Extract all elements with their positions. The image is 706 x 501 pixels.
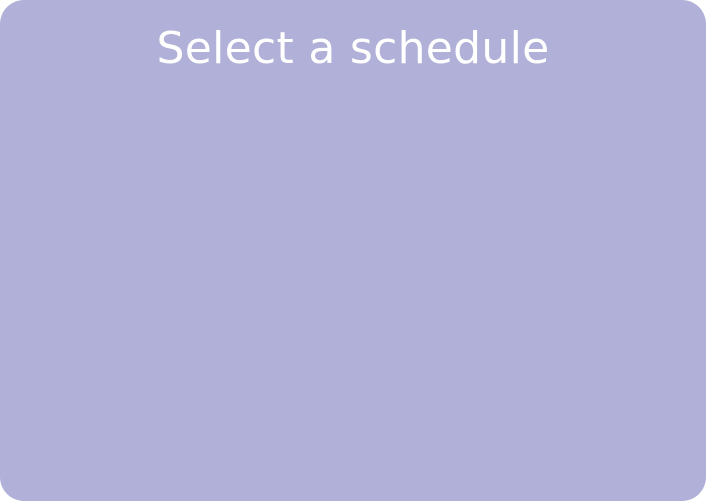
schedule-list-area — [0, 96, 706, 501]
schedule-select-panel: Select a schedule — [0, 0, 706, 501]
panel-title: Select a schedule — [156, 23, 550, 74]
